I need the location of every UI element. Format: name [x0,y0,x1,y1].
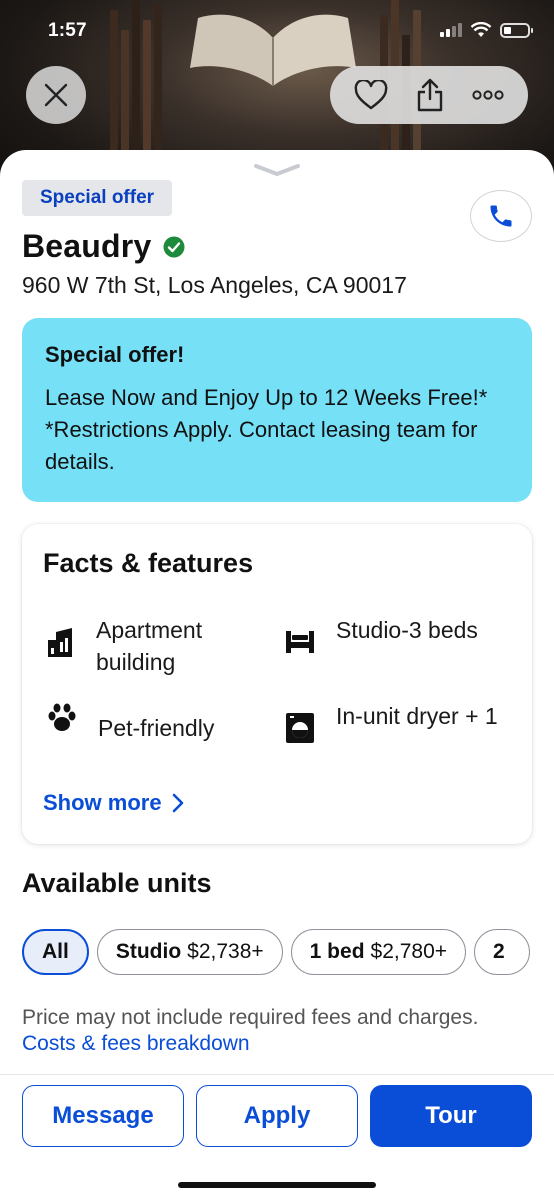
listing-address: 960 W 7th St, Los Angeles, CA 90017 [22,272,407,298]
fees-note: Price may not include required fees and … [22,1006,479,1029]
show-more-label: Show more [43,790,162,815]
chip-label: Studio [115,940,182,963]
offer-title: Special offer! [45,342,185,367]
call-button[interactable] [470,190,532,242]
listing-title: Beaudry [22,228,152,264]
chip-label: All [42,940,69,963]
sheet-handle-chevron-icon[interactable] [253,162,301,178]
more-icon[interactable] [472,89,504,101]
chevron-right-icon [172,793,183,813]
show-more-link[interactable]: Show more [43,790,184,816]
chip-1-bed[interactable]: 1 bed $2,780+ [290,929,467,975]
costs-fees-breakdown-link[interactable]: Costs & fees breakdown [22,1032,250,1056]
verified-check-icon [163,236,185,257]
chip-price: $2,780+ [370,940,448,963]
apply-button[interactable]: Apply [196,1085,358,1147]
phone-icon [490,205,512,227]
chip-all[interactable]: All [22,929,89,975]
bed-icon [284,626,316,658]
tour-button[interactable]: Tour [370,1085,532,1147]
status-bar: 1:57 [0,0,554,60]
offer-text: Lease Now and Enjoy Up to 12 Weeks Free!… [45,385,488,474]
heart-icon[interactable] [354,80,388,110]
fact-label: Pet-friendly [98,715,215,741]
status-icons [440,22,533,38]
available-units-title: Available units [22,868,212,898]
special-offer-badge: Special offer [22,180,173,216]
share-icon[interactable] [416,78,444,112]
dryer-icon [284,712,316,744]
paw-icon [46,702,78,734]
unit-filter-chips: All Studio $2,738+ 1 bed $2,780+ 2 [22,929,554,975]
special-offer-card: Special offer! Lease Now and Enjoy Up to… [22,318,532,502]
fact-item: Apartment building [46,614,266,678]
wifi-icon [470,22,492,37]
fact-label: Apartment building [96,617,203,675]
fact-item: Pet-friendly [46,700,266,744]
home-indicator [178,1182,376,1188]
top-action-pill [330,66,528,124]
message-button[interactable]: Message [22,1085,184,1147]
cellular-signal-icon [440,23,462,37]
fact-item: In-unit dryer + 1 [284,700,514,744]
status-time: 1:57 [48,20,87,41]
title-row: Beaudry [22,228,185,265]
battery-icon [500,22,533,38]
building-icon [46,626,76,658]
fact-label: In-unit dryer + 1 [336,703,498,729]
chip-2-bed[interactable]: 2 [474,929,530,975]
close-button[interactable] [26,66,86,124]
chip-studio[interactable]: Studio $2,738+ [96,929,283,975]
fact-label: Studio-3 beds [336,617,478,643]
chip-label: 2 [493,940,505,963]
close-icon [44,83,68,107]
listing-sheet: Special offer Beaudry 960 W 7th St, Los … [0,150,554,1200]
facts-title: Facts & features [43,548,254,578]
fact-item: Studio-3 beds [284,614,514,658]
chip-label: 1 bed [309,940,365,963]
chip-price: $2,738+ [187,940,264,963]
facts-features-card: Facts & features Apartment building Stud… [22,524,532,844]
